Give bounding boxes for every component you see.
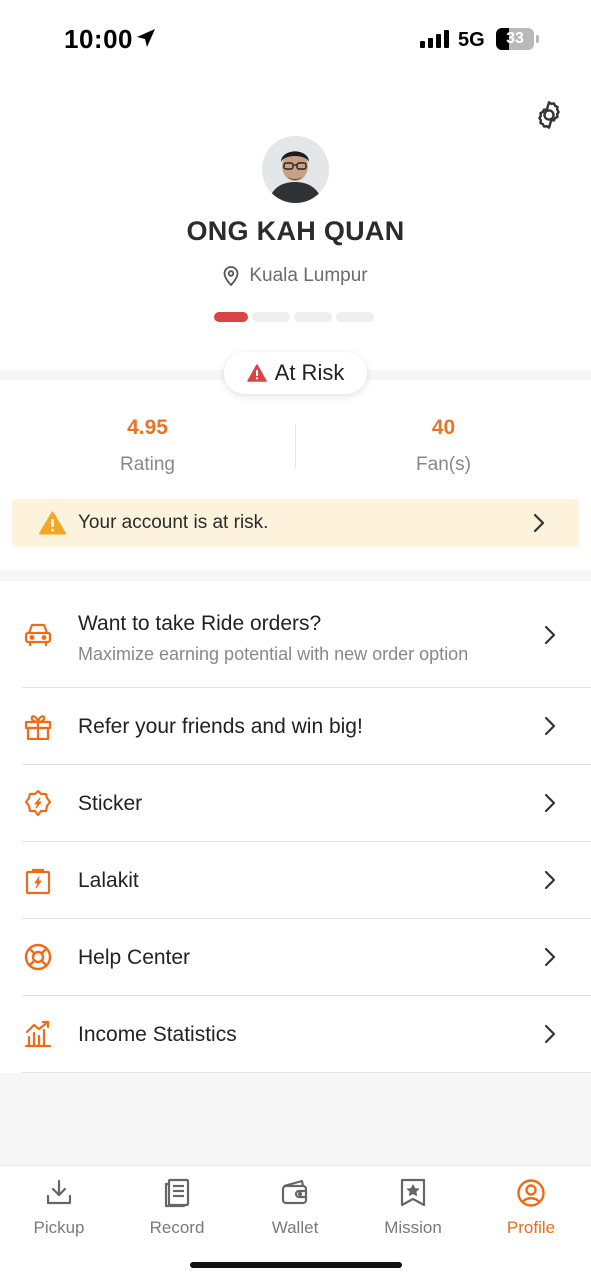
wallet-icon	[281, 1179, 308, 1205]
menu-item-title: Sticker	[78, 792, 143, 815]
location-row: Kuala Lumpur	[0, 265, 591, 287]
rating-stat[interactable]: 4.95 Rating	[0, 416, 295, 476]
tab-profile[interactable]: Profile	[472, 1178, 590, 1238]
menu-item-income-statistics[interactable]: Income Statistics	[0, 996, 591, 1073]
rating-value: 4.95	[127, 416, 168, 439]
risk-status-badge[interactable]: At Risk	[224, 352, 367, 394]
record-icon	[164, 1178, 190, 1208]
risk-warning-icon	[246, 364, 267, 382]
tab-pickup[interactable]: Pickup	[0, 1178, 118, 1238]
tab-label: Record	[149, 1218, 205, 1237]
home-indicator	[190, 1262, 402, 1268]
chevron-right-icon	[544, 625, 556, 645]
sticker-icon	[24, 789, 52, 817]
tab-mission[interactable]: Mission	[354, 1178, 472, 1238]
menu-list: Want to take Ride orders? Maximize earni…	[0, 581, 591, 1073]
risk-label: At Risk	[274, 360, 345, 385]
tab-label: Pickup	[33, 1218, 85, 1237]
tab-label: Profile	[506, 1218, 556, 1237]
chevron-right-icon	[544, 716, 556, 736]
fans-value: 40	[431, 416, 456, 439]
battery-cap	[536, 35, 539, 43]
level-segment	[336, 312, 374, 322]
tab-label: Wallet	[271, 1218, 319, 1237]
chart-icon	[24, 1020, 52, 1048]
gift-icon	[24, 715, 52, 740]
network-type: 5G	[458, 29, 485, 51]
location-label: Kuala Lumpur	[249, 265, 368, 286]
menu-item-ride-orders[interactable]: Want to take Ride orders? Maximize earni…	[0, 581, 591, 688]
mission-icon	[400, 1178, 426, 1207]
battery-icon: 33	[496, 28, 534, 50]
signal-icon	[420, 30, 449, 48]
status-time: 10:00	[64, 24, 133, 54]
warning-icon	[39, 511, 66, 535]
menu-item-sticker[interactable]: Sticker	[0, 765, 591, 842]
rating-label: Rating	[120, 454, 175, 475]
level-segment	[252, 312, 290, 322]
level-segment	[214, 312, 248, 322]
menu-item-help-center[interactable]: Help Center	[0, 919, 591, 996]
chevron-right-icon	[544, 793, 556, 813]
menu-item-title: Want to take Ride orders?	[78, 612, 322, 635]
level-segment	[294, 312, 332, 322]
menu-item-lalakit[interactable]: Lalakit	[0, 842, 591, 919]
kit-icon	[25, 868, 51, 895]
driver-name: ONG KAH QUAN	[186, 216, 405, 246]
tab-wallet[interactable]: Wallet	[236, 1178, 354, 1238]
menu-divider	[22, 1072, 591, 1073]
download-icon	[46, 1179, 72, 1205]
menu-item-title: Income Statistics	[78, 1023, 237, 1046]
map-pin-icon	[223, 266, 239, 286]
fans-stat[interactable]: 40 Fan(s)	[296, 416, 591, 476]
menu-item-title: Lalakit	[78, 869, 139, 892]
alert-text: Your account is at risk.	[78, 512, 269, 533]
chevron-right-icon	[544, 947, 556, 967]
chevron-right-icon	[544, 870, 556, 890]
account-risk-alert[interactable]: Your account is at risk.	[12, 499, 579, 547]
menu-item-title: Refer your friends and win big!	[78, 715, 363, 738]
level-progress	[214, 312, 374, 322]
profile-icon	[517, 1179, 545, 1207]
menu-item-subtitle: Maximize earning potential with new orde…	[78, 644, 469, 664]
fans-label: Fan(s)	[416, 454, 471, 475]
menu-item-refer-friends[interactable]: Refer your friends and win big!	[0, 688, 591, 765]
battery-level: 33	[506, 30, 524, 47]
status-bar: 10:00 5G 33	[0, 0, 591, 80]
chevron-right-icon	[544, 1024, 556, 1044]
tab-label: Mission	[384, 1218, 442, 1237]
menu-item-title: Help Center	[78, 946, 191, 969]
avatar[interactable]	[262, 136, 329, 203]
chevron-right-icon	[533, 513, 545, 533]
car-icon	[24, 623, 52, 646]
tab-record[interactable]: Record	[118, 1178, 236, 1238]
lifebuoy-icon	[24, 943, 52, 971]
location-arrow-icon	[137, 29, 155, 47]
settings-gear-icon[interactable]	[533, 99, 565, 131]
